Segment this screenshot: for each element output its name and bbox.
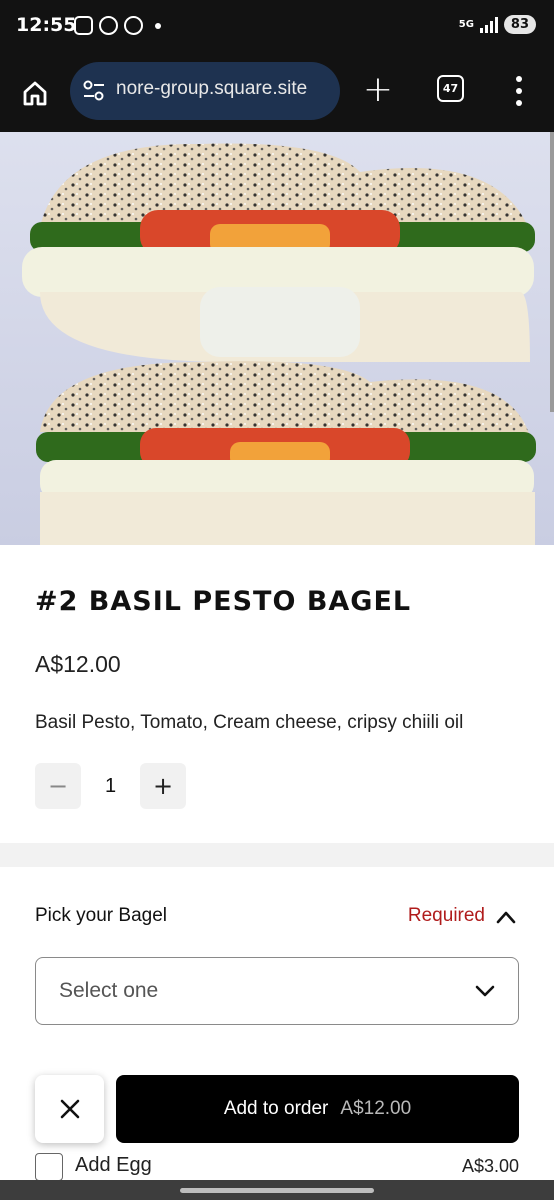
more-notifications-icon [155, 22, 161, 29]
close-button[interactable] [35, 1075, 104, 1143]
bagel-select[interactable]: Select one [35, 957, 519, 1025]
site-settings-icon[interactable] [82, 80, 106, 102]
decrease-quantity-button[interactable]: − [35, 763, 81, 809]
system-indicators: 5G 83 [459, 15, 536, 34]
screenshot-icon [74, 16, 93, 35]
modifier-header[interactable]: Pick your Bagel Required [35, 905, 519, 931]
status-bar: 12:55 5G 83 [0, 0, 554, 54]
product-price: A$12.00 [35, 651, 121, 677]
select-placeholder: Select one [59, 979, 159, 1002]
gesture-handle[interactable] [180, 1188, 374, 1193]
option-price: A$3.00 [461, 1156, 519, 1176]
add-to-order-label: Add to order [223, 1098, 329, 1119]
chevron-up-icon[interactable] [495, 909, 517, 925]
increase-quantity-button[interactable]: + [140, 763, 186, 809]
home-icon[interactable] [14, 72, 56, 114]
instagram-icon [99, 16, 118, 35]
option-label: Add Egg [75, 1154, 152, 1176]
product-description: Basil Pesto, Tomato, Cream cheese, crips… [35, 712, 464, 733]
required-badge: Required [407, 905, 485, 926]
signal-icon [479, 16, 498, 33]
address-bar[interactable]: nore-group.square.site [70, 62, 340, 120]
new-tab-icon[interactable]: + [360, 72, 396, 108]
notification-icons [74, 16, 161, 35]
messenger-icon [124, 16, 143, 35]
add-to-order-price: A$12.00 [340, 1098, 412, 1119]
modifier-label: Pick your Bagel [35, 905, 168, 926]
quantity-value: 1 [104, 774, 117, 797]
chevron-down-icon [475, 985, 495, 997]
page-scrollbar[interactable] [550, 132, 554, 412]
browser-toolbar: nore-group.square.site + 47 [0, 54, 554, 132]
product-title: #2 Basil Pesto Bagel [35, 586, 412, 617]
add-to-order-button[interactable]: Add to order A$12.00 [116, 1075, 519, 1143]
more-menu-icon[interactable] [510, 76, 528, 106]
tab-switcher-icon[interactable]: 47 [437, 75, 464, 102]
close-icon [60, 1099, 79, 1119]
status-time: 12:55 [16, 14, 77, 36]
section-divider [0, 843, 554, 867]
option-row-add-egg[interactable]: Add Egg A$3.00 [35, 1152, 519, 1182]
product-image [0, 132, 554, 545]
quantity-stepper: − 1 + [35, 763, 186, 809]
url-text[interactable]: nore-group.square.site [116, 78, 307, 100]
battery-level: 83 [503, 15, 536, 34]
system-nav-bar [0, 1180, 554, 1200]
add-egg-checkbox[interactable] [35, 1153, 63, 1181]
network-type: 5G [458, 18, 474, 30]
